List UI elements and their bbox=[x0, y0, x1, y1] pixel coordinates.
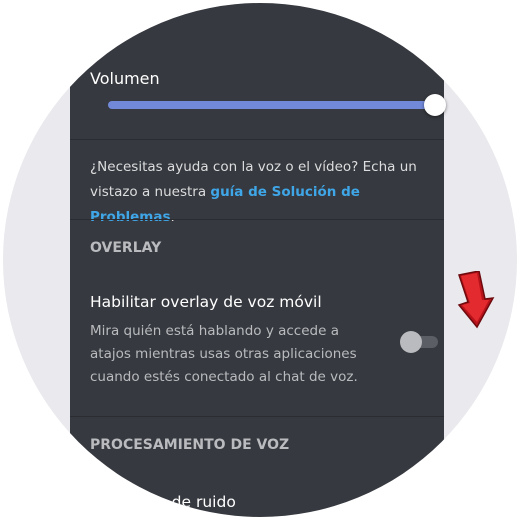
help-text-after: . bbox=[170, 209, 175, 225]
volume-slider-knob[interactable] bbox=[424, 94, 446, 116]
voice-processing-section-header: PROCESAMIENTO DE VOZ bbox=[90, 437, 290, 453]
divider bbox=[70, 139, 444, 140]
noise-suppression-item[interactable]: Supresión de ruido bbox=[90, 493, 236, 511]
divider bbox=[70, 416, 444, 417]
toggle-knob bbox=[400, 331, 422, 353]
volume-label: Volumen bbox=[90, 69, 160, 88]
divider bbox=[70, 219, 444, 220]
mobile-voice-overlay-toggle[interactable] bbox=[400, 331, 440, 353]
settings-panel: Volumen ¿Necesitas ayuda con la voz o el… bbox=[70, 3, 446, 517]
mobile-voice-overlay-title: Habilitar overlay de voz móvil bbox=[90, 293, 322, 311]
volume-slider-track[interactable] bbox=[108, 101, 434, 109]
arrow-down-icon bbox=[457, 271, 495, 329]
noise-suppression-label: ón de ruido bbox=[147, 493, 236, 511]
mobile-voice-overlay-description: Mira quién está hablando y accede a ataj… bbox=[90, 323, 358, 385]
overlay-section-header: OVERLAY bbox=[90, 240, 162, 256]
circle-frame: Volumen ¿Necesitas ayuda con la voz o el… bbox=[3, 3, 517, 517]
